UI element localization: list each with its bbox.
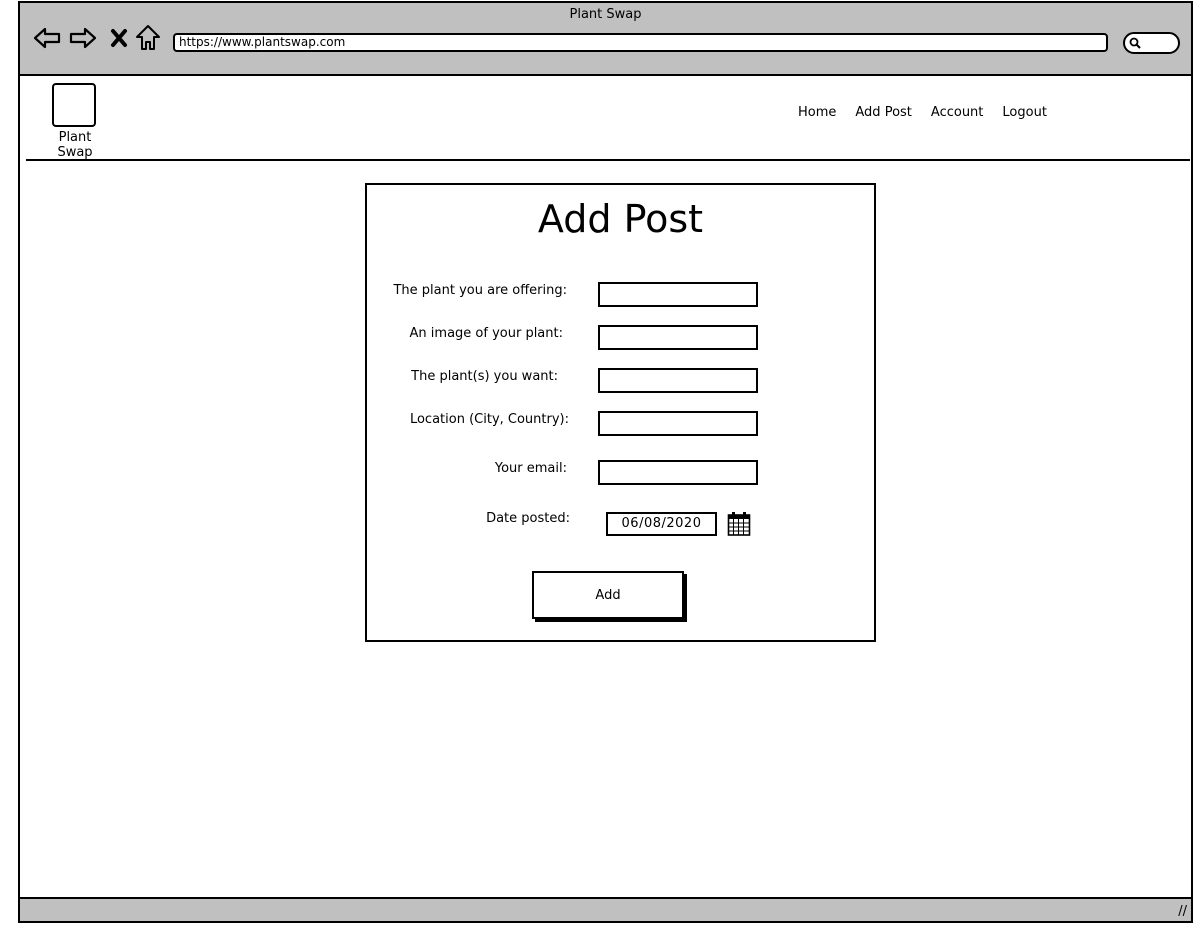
- add-button[interactable]: Add: [532, 571, 684, 619]
- home-button[interactable]: [133, 23, 163, 53]
- forward-button[interactable]: [68, 23, 98, 53]
- site-logo-label: Plant Swap: [57, 130, 93, 160]
- search-icon: [1129, 37, 1141, 49]
- window-title: Plant Swap: [569, 7, 642, 22]
- email-label: Your email:: [494, 461, 567, 476]
- nav-home-link[interactable]: Home: [798, 105, 836, 120]
- back-button[interactable]: [32, 23, 62, 53]
- location-input[interactable]: [598, 411, 758, 436]
- stop-icon: [111, 29, 127, 47]
- back-arrow-icon: [33, 27, 61, 49]
- browser-status-bar: //: [20, 897, 1191, 921]
- form-title: Add Post: [537, 197, 704, 241]
- wanted-label: The plant(s) you want:: [411, 369, 558, 384]
- calendar-icon: [727, 512, 751, 536]
- add-post-form: Add Post The plant you are offering: An …: [365, 183, 876, 642]
- browser-window: Plant Swap https://www.plantswap.com Pla…: [18, 1, 1193, 923]
- location-label: Location (City, Country):: [409, 412, 569, 427]
- nav-account-link[interactable]: Account: [931, 105, 984, 120]
- resize-grip-icon[interactable]: //: [1178, 904, 1187, 919]
- site-logo[interactable]: [52, 83, 96, 127]
- image-input[interactable]: [598, 325, 758, 350]
- offering-label: The plant you are offering:: [393, 283, 567, 298]
- email-input[interactable]: [598, 460, 758, 485]
- header-divider: [26, 159, 1190, 161]
- offering-input[interactable]: [598, 282, 758, 307]
- image-label: An image of your plant:: [409, 326, 563, 341]
- calendar-button[interactable]: [727, 511, 751, 541]
- url-bar[interactable]: https://www.plantswap.com: [173, 33, 1108, 52]
- stop-button[interactable]: [104, 23, 134, 53]
- nav-add-post-link[interactable]: Add Post: [855, 105, 912, 120]
- site-nav: Home Add Post Account Logout: [798, 105, 1047, 120]
- nav-logout-link[interactable]: Logout: [1002, 105, 1047, 120]
- home-icon: [136, 25, 160, 50]
- wanted-input[interactable]: [598, 368, 758, 393]
- browser-toolbar: Plant Swap https://www.plantswap.com: [20, 3, 1191, 76]
- browser-search-button[interactable]: [1123, 32, 1180, 54]
- date-label: Date posted:: [486, 511, 570, 526]
- forward-arrow-icon: [69, 27, 97, 49]
- date-input[interactable]: 06/08/2020: [606, 512, 717, 536]
